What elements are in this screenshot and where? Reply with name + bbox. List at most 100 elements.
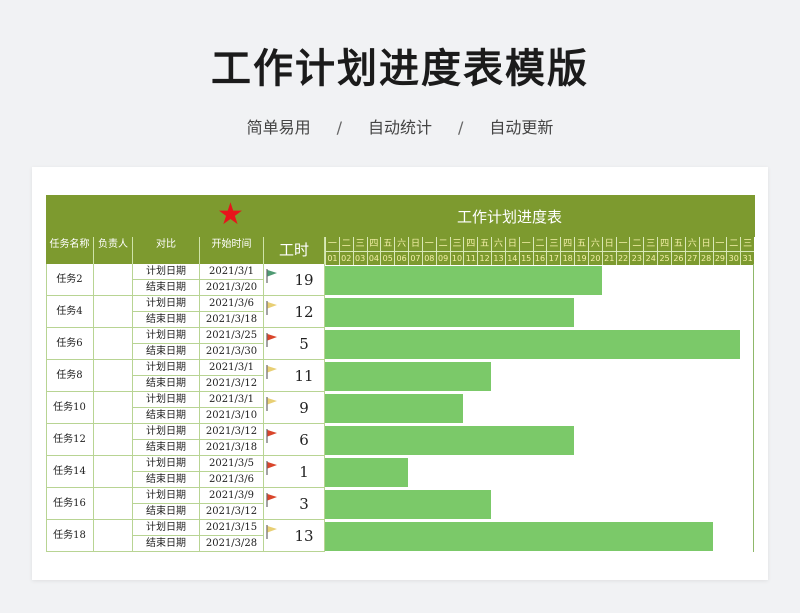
day-number: 30 [727,251,741,265]
column-header-owner[interactable]: 负责人 [94,237,133,264]
hours-value: 13 [294,527,314,545]
day-number: 01 [326,251,339,265]
hours-cell[interactable]: 19 [264,264,325,296]
task-name-cell[interactable]: 任务10 [46,392,94,424]
end-date-cell[interactable]: 2021/3/28 [200,536,264,552]
column-header-hours[interactable]: 工时 [264,237,325,264]
hours-cell[interactable]: 3 [264,488,325,520]
gantt-bar[interactable] [325,458,409,487]
hours-cell[interactable]: 5 [264,328,325,360]
weekday-label: 三 [452,239,462,249]
owner-cell[interactable] [94,296,133,328]
task-name-cell[interactable]: 任务12 [46,424,94,456]
weekday-label: 五 [480,239,490,249]
gantt-bar[interactable] [325,522,713,551]
weekday-label: 四 [369,239,379,249]
hours-cell[interactable]: 11 [264,360,325,392]
plan-label-cell: 计划日期 [133,488,200,504]
plan-date-cell[interactable]: 2021/3/6 [200,296,264,312]
day-number: 13 [492,251,505,265]
gantt-bar[interactable] [325,362,492,391]
owner-cell[interactable] [94,520,133,552]
weekday-label: 四 [466,239,476,249]
task-name-cell[interactable]: 任务16 [46,488,94,520]
day-header: 六 20 [587,237,602,265]
weekday-label: 一 [715,239,725,249]
day-number: 28 [699,251,713,265]
owner-cell[interactable] [94,488,133,520]
gantt-bar[interactable] [325,330,741,359]
owner-cell[interactable] [94,424,133,456]
end-date-cell[interactable]: 2021/3/30 [200,344,264,360]
day-header: 三 31 [740,237,755,265]
hours-value: 1 [299,463,309,481]
plan-date-cell[interactable]: 2021/3/12 [200,424,264,440]
end-label-cell: 结束日期 [133,344,200,360]
end-date-cell[interactable]: 2021/3/18 [200,440,264,456]
end-date-cell[interactable]: 2021/3/10 [200,408,264,424]
task-name-cell[interactable]: 任务2 [46,264,94,296]
flag-icon [266,301,277,315]
day-header: 六 06 [394,237,409,265]
hours-value: 5 [299,335,309,353]
owner-cell[interactable] [94,328,133,360]
hours-cell[interactable]: 6 [264,424,325,456]
day-number: 19 [575,251,588,265]
owner-cell[interactable] [94,456,133,488]
weekday-label: 二 [632,239,642,249]
weekday-label: 六 [493,239,503,249]
day-number: 12 [478,251,492,265]
end-date-cell[interactable]: 2021/3/12 [200,504,264,520]
page-title: 工作计划进度表模版 [211,46,589,92]
day-number: 27 [685,251,699,265]
gantt-bar[interactable] [325,266,602,295]
plan-date-cell[interactable]: 2021/3/1 [200,264,264,280]
day-header: 二 23 [629,237,644,265]
plan-date-cell[interactable]: 2021/3/9 [200,488,264,504]
column-header-task[interactable]: 任务名称 [46,237,94,264]
hours-cell[interactable]: 13 [264,520,325,552]
hours-cell[interactable]: 1 [264,456,325,488]
task-name-cell[interactable]: 任务18 [46,520,94,552]
gantt-bar[interactable] [325,490,492,519]
gantt-bar[interactable] [325,394,464,423]
day-header: 一 01 [325,237,339,265]
weekday-label: 一 [521,239,531,249]
day-header: 日 14 [504,237,519,265]
end-date-cell[interactable]: 2021/3/12 [200,376,264,392]
day-header: 五 12 [477,237,492,265]
end-date-cell[interactable]: 2021/3/18 [200,312,264,328]
plan-date-cell[interactable]: 2021/3/1 [200,392,264,408]
task-name-cell[interactable]: 任务6 [46,328,94,360]
owner-cell[interactable] [94,392,133,424]
task-name-cell[interactable]: 任务8 [46,360,94,392]
day-number: 22 [616,251,630,265]
task-name-cell[interactable]: 任务14 [46,456,94,488]
weekday-label: 一 [618,239,628,249]
day-number: 15 [519,251,533,265]
day-header: 四 18 [560,237,575,265]
gantt-bar[interactable] [325,426,575,455]
gantt-bar[interactable] [325,298,575,327]
column-header-compare[interactable]: 对比 [133,237,200,264]
column-header-start[interactable]: 开始时间 [200,237,264,264]
task-name-cell[interactable]: 任务4 [46,296,94,328]
plan-date-cell[interactable]: 2021/3/5 [200,456,264,472]
owner-cell[interactable] [94,264,133,296]
hours-cell[interactable]: 9 [264,392,325,424]
plan-date-cell[interactable]: 2021/3/1 [200,360,264,376]
end-date-cell[interactable]: 2021/3/6 [200,472,264,488]
hours-value: 19 [294,271,314,289]
plan-date-cell[interactable]: 2021/3/15 [200,520,264,536]
subtitle-item: 自动更新 [489,118,554,137]
hours-value: 6 [299,431,309,449]
day-header: 一 22 [615,237,630,265]
end-date-cell[interactable]: 2021/3/20 [200,280,264,296]
plan-date-cell[interactable]: 2021/3/25 [200,328,264,344]
day-number: 10 [450,251,464,265]
day-header: 二 30 [726,237,741,265]
weekday-label: 三 [355,239,365,249]
day-number: 25 [658,251,671,265]
owner-cell[interactable] [94,360,133,392]
hours-cell[interactable]: 12 [264,296,325,328]
